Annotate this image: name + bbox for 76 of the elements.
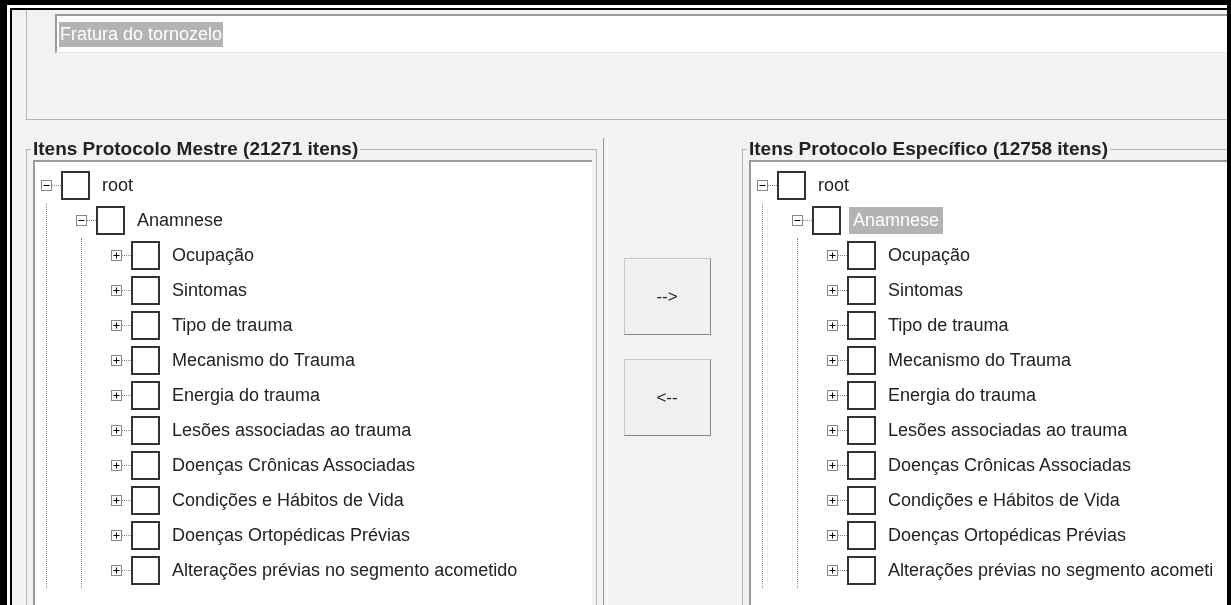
checkbox[interactable] xyxy=(847,416,876,445)
minus-icon[interactable] xyxy=(757,180,768,191)
checkbox[interactable] xyxy=(131,276,160,305)
plus-icon[interactable] xyxy=(111,355,122,366)
move-left-button[interactable]: <-- xyxy=(623,359,711,436)
minus-icon[interactable] xyxy=(792,215,803,226)
checkbox[interactable] xyxy=(812,206,841,235)
minus-icon[interactable] xyxy=(76,215,87,226)
tree-item-label[interactable]: Doenças Crônicas Associadas xyxy=(168,452,420,479)
tree-item-label[interactable]: Doenças Ortopédicas Prévias xyxy=(884,522,1131,549)
plus-icon[interactable] xyxy=(111,495,122,506)
tree-item-label[interactable]: Ocupação xyxy=(168,242,259,269)
plus-icon[interactable] xyxy=(111,565,122,576)
checkbox[interactable] xyxy=(847,521,876,550)
checkbox[interactable] xyxy=(847,381,876,410)
plus-icon[interactable] xyxy=(111,320,122,331)
plus-icon[interactable] xyxy=(827,390,838,401)
plus-icon[interactable] xyxy=(827,425,838,436)
checkbox[interactable] xyxy=(847,486,876,515)
plus-icon[interactable] xyxy=(827,565,838,576)
tree-item-label[interactable]: Lesões associadas ao trauma xyxy=(168,417,416,444)
tree-item-label[interactable]: Doenças Ortopédicas Prévias xyxy=(168,522,415,549)
plus-icon[interactable] xyxy=(827,285,838,296)
tree-item-label[interactable]: Alterações prévias no segmento acometido xyxy=(168,557,522,584)
plus-icon[interactable] xyxy=(111,425,122,436)
checkbox[interactable] xyxy=(777,171,806,200)
tree-item-label[interactable]: Mecanismo do Trauma xyxy=(884,347,1076,374)
tree-item-label[interactable]: root xyxy=(814,172,854,199)
checkbox[interactable] xyxy=(131,241,160,270)
checkbox[interactable] xyxy=(131,556,160,585)
group-title: Itens Protocolo Mestre (21271 itens) xyxy=(32,138,360,160)
plus-icon[interactable] xyxy=(827,250,838,261)
plus-icon[interactable] xyxy=(827,495,838,506)
group-title: Itens Protocolo Específico (12758 itens) xyxy=(748,138,1109,160)
checkbox[interactable] xyxy=(847,346,876,375)
tree-item-label[interactable]: Anamnese xyxy=(133,207,228,234)
checkbox[interactable] xyxy=(131,346,160,375)
plus-icon[interactable] xyxy=(827,530,838,541)
plus-icon[interactable] xyxy=(111,285,122,296)
tree-item-label[interactable]: Lesões associadas ao trauma xyxy=(884,417,1132,444)
tree-item-label[interactable]: Sintomas xyxy=(884,277,968,304)
tree-item-label[interactable]: Ocupação xyxy=(884,242,975,269)
checkbox[interactable] xyxy=(131,416,160,445)
checkbox[interactable] xyxy=(131,451,160,480)
tree-item-label[interactable]: Tipo de trauma xyxy=(884,312,1013,339)
plus-icon[interactable] xyxy=(111,250,122,261)
checkbox[interactable] xyxy=(847,556,876,585)
plus-icon[interactable] xyxy=(827,355,838,366)
plus-icon[interactable] xyxy=(111,390,122,401)
tree-item-label[interactable]: Tipo de trauma xyxy=(168,312,297,339)
tree-item-label[interactable]: Doenças Crônicas Associadas xyxy=(884,452,1136,479)
plus-icon[interactable] xyxy=(111,530,122,541)
minus-icon[interactable] xyxy=(41,180,52,191)
plus-icon[interactable] xyxy=(827,460,838,471)
plus-icon[interactable] xyxy=(827,320,838,331)
move-right-button[interactable]: --> xyxy=(623,258,711,335)
tree-item-label[interactable]: Energia do trauma xyxy=(884,382,1041,409)
tree-item-label[interactable]: Condições e Hábitos de Vida xyxy=(884,487,1124,514)
plus-icon[interactable] xyxy=(111,460,122,471)
checkbox[interactable] xyxy=(131,486,160,515)
tree-item-label[interactable]: Mecanismo do Trauma xyxy=(168,347,360,374)
tree-item-label[interactable]: root xyxy=(98,172,138,199)
checkbox[interactable] xyxy=(847,276,876,305)
checkbox[interactable] xyxy=(131,381,160,410)
tree-item-label[interactable]: Sintomas xyxy=(168,277,252,304)
tree-item-label[interactable]: Energia do trauma xyxy=(168,382,325,409)
checkbox[interactable] xyxy=(131,311,160,340)
checkbox[interactable] xyxy=(96,206,125,235)
tree-item-label[interactable]: Condições e Hábitos de Vida xyxy=(168,487,408,514)
tree-item-label[interactable]: Alterações prévias no segmento acometi xyxy=(884,557,1218,584)
checkbox[interactable] xyxy=(847,311,876,340)
checkbox[interactable] xyxy=(847,451,876,480)
checkbox[interactable] xyxy=(131,521,160,550)
checkbox[interactable] xyxy=(61,171,90,200)
checkbox[interactable] xyxy=(847,241,876,270)
field-value: Fratura do tornozelo xyxy=(59,21,224,47)
